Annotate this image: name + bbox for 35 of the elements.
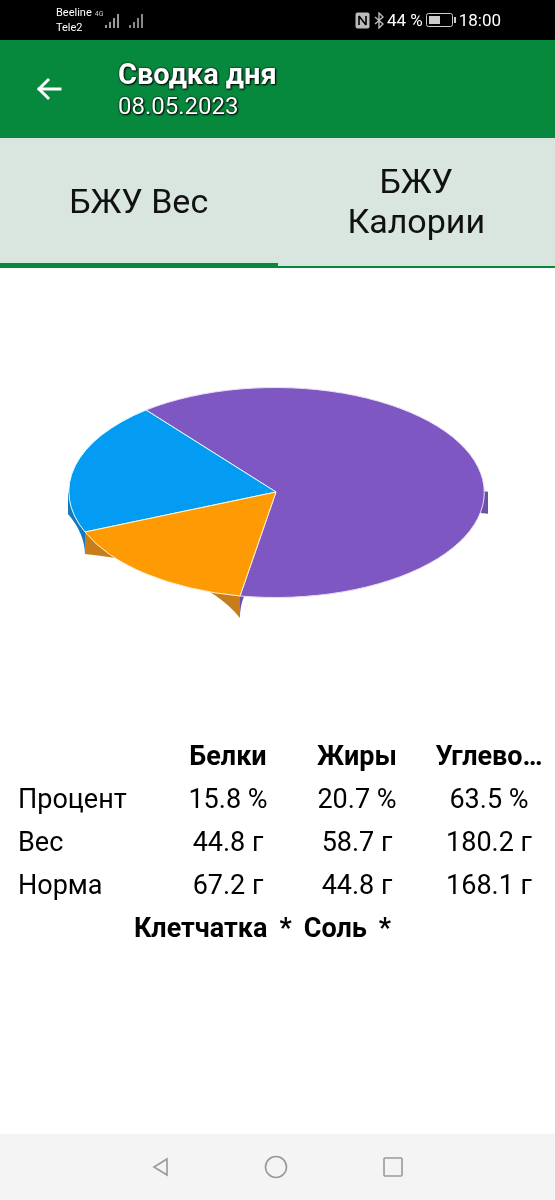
battery-icon — [425, 13, 456, 27]
date-subtitle: 08.05.2023 — [118, 91, 240, 121]
signal-icon — [105, 12, 120, 28]
column-header: Белки — [188, 740, 268, 772]
column-header: Углево… — [434, 740, 544, 772]
home-circle-icon[interactable] — [264, 1155, 288, 1179]
column-header: Жиры — [316, 740, 398, 772]
nutrient-value: * — [378, 912, 392, 944]
carrier-name: Beeline — [56, 5, 92, 20]
table-cell-text: 67.2 г — [191, 869, 265, 901]
nutrient-value: * — [279, 912, 292, 944]
back-triangle-icon[interactable] — [152, 1157, 169, 1177]
row-label: Процент — [18, 783, 128, 815]
battery-percent: 44 % — [386, 10, 423, 30]
table-cell-text: 63.5 % — [448, 783, 530, 815]
square-icon[interactable] — [383, 1157, 403, 1177]
tab[interactable]: БЖУ Вес — [0, 138, 278, 268]
clock-time: 18:00 — [458, 10, 501, 30]
bluetooth-icon — [372, 11, 384, 29]
table-cell-text: 20.7 % — [316, 783, 398, 815]
screen-title: Сводка дня — [118, 57, 277, 91]
table-cell-text: 180.2 г — [445, 826, 533, 858]
row-label: Норма — [18, 869, 104, 901]
table-cell-text: 15.8 % — [187, 783, 269, 815]
table-cell-text: 44.8 г — [320, 869, 394, 901]
nfc-icon — [354, 11, 370, 29]
signal-icon — [129, 12, 144, 28]
table-cell-text: 44.8 г — [191, 826, 265, 858]
row-label: Вес — [18, 826, 65, 858]
nutrient-label: Соль — [303, 912, 367, 944]
table-cell-text: 168.1 г — [445, 869, 533, 901]
nutrient-label: Клетчатка — [133, 912, 268, 944]
tab[interactable]: БЖУ Калории — [277, 138, 555, 268]
table-cell-text: 58.7 г — [320, 826, 394, 858]
carrier-name: Tele2 — [56, 20, 84, 35]
